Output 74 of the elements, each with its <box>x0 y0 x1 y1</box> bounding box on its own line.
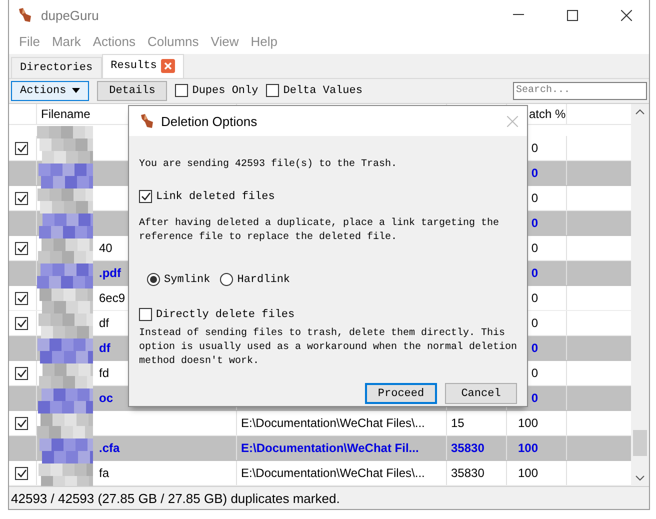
checkbox[interactable] <box>139 190 152 203</box>
close-icon[interactable] <box>160 59 175 74</box>
row-checkbox[interactable] <box>15 466 28 480</box>
table-cell: oc <box>99 391 114 406</box>
row-checkbox[interactable] <box>15 366 28 380</box>
table-cell: 0 <box>531 241 538 256</box>
table-cell: .cfa <box>99 441 120 456</box>
table-cell: 0 <box>531 291 538 306</box>
table-cell: 0 <box>531 366 538 380</box>
checkbox-label: Directly delete files <box>156 308 295 320</box>
table-cell: 6ec9 <box>99 291 126 306</box>
column-header[interactable]: Filename <box>41 106 90 121</box>
table-cell: 35830 <box>451 466 484 480</box>
row-checkbox[interactable] <box>15 292 28 305</box>
caret-icon <box>72 88 80 94</box>
row-checkbox[interactable] <box>15 192 28 205</box>
details-button[interactable]: Details <box>97 80 168 101</box>
tab[interactable]: Directories <box>11 56 102 78</box>
actions-button[interactable]: Actions <box>11 80 90 101</box>
table-cell: 40 <box>99 241 112 256</box>
table-cell: 0 <box>531 391 538 406</box>
table-cell: 0 <box>531 341 538 356</box>
checkbox[interactable] <box>139 308 152 321</box>
help-text: After having deleted a duplicate, place a link targeting the reference file to replace the deleted file. <box>139 217 500 245</box>
table-cell: 15 <box>451 416 464 430</box>
row-checkbox[interactable] <box>15 142 28 155</box>
table-cell: df <box>99 341 110 356</box>
table-cell: E:\Documentation\WeChat Fil... <box>241 441 419 456</box>
status-text: 42593 / 42593 (27.85 GB / 27.85 GB) duplicates marked. <box>11 490 340 506</box>
minimize-icon <box>512 14 524 16</box>
checkbox-label: Link deleted files <box>156 190 275 202</box>
help-text: Instead of sending files to trash, delete them directly. This option is usually used as a workaround when the normal deletion method doesn't work. <box>139 327 518 369</box>
radio-label: Symlink <box>164 274 210 286</box>
table-cell: 0 <box>531 216 538 230</box>
row-checkbox[interactable] <box>15 242 28 255</box>
table-cell: 0 <box>531 316 538 330</box>
row-checkbox[interactable] <box>15 316 28 330</box>
column-header[interactable]: atch % <box>529 106 566 121</box>
window-title: dupeGuru <box>41 8 100 22</box>
app-icon <box>139 113 155 129</box>
table-cell: E:\Documentation\WeChat Files\... <box>241 416 425 430</box>
tab[interactable]: Results <box>102 54 184 78</box>
checkbox[interactable] <box>266 84 280 98</box>
checkbox-label: Delta Values <box>283 84 362 97</box>
checkbox[interactable] <box>175 84 188 98</box>
close-icon <box>506 116 518 126</box>
table-cell: 0 <box>531 266 538 280</box>
dialog-button[interactable]: Cancel <box>445 383 517 404</box>
dialog-title: Deletion Options <box>161 114 258 128</box>
scroll-thumb[interactable] <box>633 430 647 456</box>
radio-button[interactable] <box>220 273 234 286</box>
table-cell: 100 <box>518 466 538 480</box>
table-cell: 0 <box>531 141 538 156</box>
table-cell: fd <box>99 366 110 380</box>
table-cell: .pdf <box>99 266 121 280</box>
dialog-message: You are sending 42593 file(s) to the Trash. <box>139 158 398 172</box>
scrollbar[interactable] <box>631 104 649 486</box>
maximize-icon <box>566 10 578 20</box>
table-cell: df <box>99 316 110 330</box>
dialog-button[interactable]: Proceed <box>365 383 437 404</box>
row-checkbox[interactable] <box>15 416 28 430</box>
search-field[interactable]: Search... <box>513 82 647 100</box>
table-cell: 100 <box>518 441 538 456</box>
radio-button[interactable] <box>147 273 160 286</box>
table-cell: 35830 <box>451 441 484 456</box>
close-icon <box>620 10 632 20</box>
table-cell: 0 <box>531 191 538 206</box>
table-cell: 0 <box>531 166 538 180</box>
table-cell: 100 <box>518 416 538 430</box>
table-cell: fa <box>99 466 110 480</box>
table-cell: E:\Documentation\WeChat Files\... <box>241 466 425 480</box>
radio-label: Hardlink <box>237 274 290 286</box>
checkbox-label: Dupes Only <box>192 84 258 97</box>
app-icon <box>17 7 33 23</box>
